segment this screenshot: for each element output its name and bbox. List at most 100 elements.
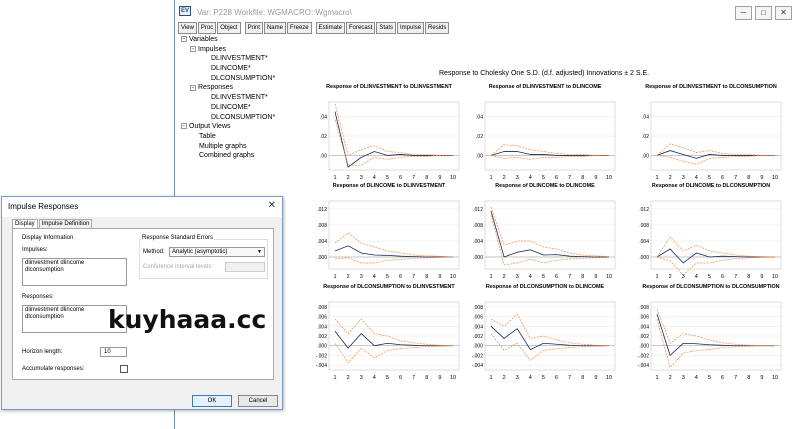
x-tick-label: 6 bbox=[555, 274, 558, 280]
y-tick-label: .02 bbox=[476, 134, 483, 140]
tree-item-label: DLINCOME* bbox=[211, 103, 251, 111]
x-tick-label: 3 bbox=[516, 274, 519, 280]
x-tick-label: 7 bbox=[412, 375, 415, 381]
y-tick-label: .012 bbox=[473, 207, 483, 213]
x-tick-label: 2 bbox=[347, 175, 350, 181]
tree-item[interactable]: − Output Views bbox=[181, 122, 275, 132]
y-tick-label: .000 bbox=[317, 344, 327, 350]
minimize-button[interactable]: ─ bbox=[735, 6, 752, 20]
x-tick-label: 4 bbox=[529, 375, 532, 381]
toolbar-stats-button[interactable]: Stats bbox=[376, 22, 397, 34]
toolbar-proc-button[interactable]: Proc bbox=[197, 22, 217, 34]
tree-item-label: DLINVESTMENT* bbox=[211, 94, 268, 102]
impulse-response-chart: .04 .02 .00 1 2 3 4 5 6 7 8 9 10 bbox=[642, 101, 782, 181]
tree-item[interactable]: DLCONSUMPTION* bbox=[181, 74, 275, 84]
tree-item[interactable]: − Impulses bbox=[181, 45, 275, 55]
x-tick-label: 6 bbox=[399, 175, 402, 181]
dialog-title: Impulse Responses bbox=[8, 202, 79, 211]
ok-button[interactable]: OK bbox=[192, 395, 232, 407]
x-tick-label: 8 bbox=[425, 375, 428, 381]
y-tick-label: .012 bbox=[317, 207, 327, 213]
collapse-icon[interactable]: − bbox=[190, 45, 196, 52]
impulse-response-chart: .008 .006 .004 .002 .000 -.002 -.004 1 2 3 4 5 6 7 8 9 1… bbox=[472, 301, 616, 381]
cancel-button[interactable]: Cancel bbox=[238, 395, 278, 407]
y-tick-label: -.004 bbox=[472, 363, 484, 369]
x-tick-label: 7 bbox=[734, 375, 737, 381]
x-tick-label: 4 bbox=[695, 274, 698, 280]
tree-item-label: Impulses bbox=[198, 45, 227, 53]
maximize-button[interactable]: □ bbox=[755, 6, 772, 20]
toolbar-freeze-button[interactable]: Freeze bbox=[286, 22, 312, 34]
toolbar-object-button[interactable]: Object bbox=[217, 22, 241, 34]
tree-item[interactable]: Multiple graphs bbox=[181, 142, 275, 152]
tree-item-label: Table bbox=[199, 132, 216, 140]
tree-item-label: Variables bbox=[189, 36, 218, 43]
x-tick-label: 8 bbox=[581, 274, 584, 280]
x-tick-label: 10 bbox=[450, 375, 456, 381]
dialog-close-icon[interactable]: ✕ bbox=[268, 200, 276, 211]
x-tick-label: 5 bbox=[708, 375, 711, 381]
method-select[interactable]: Analytic (asymptotic) ▼ bbox=[169, 247, 265, 257]
x-tick-label: 6 bbox=[555, 175, 558, 181]
x-tick-label: 4 bbox=[373, 175, 376, 181]
graph-title: Response to Cholesky One S.D. (d.f. adju… bbox=[439, 70, 650, 77]
x-tick-label: 2 bbox=[503, 274, 506, 280]
toolbar-estimate-button[interactable]: Estimate bbox=[315, 22, 345, 34]
x-tick-label: 2 bbox=[669, 375, 672, 381]
x-tick-label: 10 bbox=[772, 274, 778, 280]
x-tick-label: 2 bbox=[503, 175, 506, 181]
tree-item-label: Output Views bbox=[189, 123, 231, 131]
x-tick-label: 9 bbox=[594, 274, 597, 280]
tree-item[interactable]: DLINCOME* bbox=[181, 103, 275, 113]
collapse-icon[interactable]: − bbox=[181, 123, 187, 130]
tree-item-label: DLINVESTMENT* bbox=[211, 55, 268, 63]
x-tick-label: 6 bbox=[721, 274, 724, 280]
tree-item[interactable]: Table bbox=[181, 132, 275, 142]
horizon-length-input[interactable]: 10 bbox=[100, 347, 127, 357]
impulse-response-chart: .012.008.004.0001 2 3 4 5 6 7 8 9 10 bbox=[317, 200, 460, 280]
confidence-interval-label: Confidence interval levels: bbox=[143, 264, 214, 270]
impulses-textarea[interactable]: dlinvestment dlincome dlconsumption bbox=[22, 258, 127, 286]
toolbar-resids-button[interactable]: Resids bbox=[425, 22, 450, 34]
tree-item[interactable]: − Variables bbox=[181, 35, 275, 45]
impulse-response-chart: .008 .006 .004 .002 .000 -.002 -.004 1 2 3 4 5 6 7 8 9 1… bbox=[316, 301, 460, 381]
x-tick-label: 3 bbox=[516, 375, 519, 381]
x-tick-label: 4 bbox=[529, 175, 532, 181]
confidence-interval-input[interactable] bbox=[225, 262, 265, 272]
y-tick-label: .000 bbox=[473, 255, 483, 261]
impulse-response-chart: .012.008.004.0001 2 3 4 5 6 7 8 9 10 bbox=[639, 200, 782, 280]
x-tick-label: 1 bbox=[489, 175, 492, 181]
tree-item[interactable]: Combined graphs bbox=[181, 151, 275, 161]
tree-item[interactable]: DLINVESTMENT* bbox=[181, 54, 275, 64]
y-tick-label: -.004 bbox=[316, 363, 328, 369]
toolbar-print-button[interactable]: Print bbox=[244, 22, 263, 34]
close-button[interactable]: ✕ bbox=[775, 6, 792, 20]
y-tick-label: .006 bbox=[639, 315, 649, 321]
accumulate-responses-checkbox[interactable] bbox=[120, 365, 128, 373]
y-tick-label: .004 bbox=[473, 239, 483, 245]
toolbar-impulse-button[interactable]: Impulse bbox=[397, 22, 425, 34]
impulses-label: Impulses: bbox=[22, 247, 48, 253]
y-tick-label: .008 bbox=[317, 223, 327, 229]
var-window-titlebar[interactable]: EV Var: P228 Workfile: WGMACRO::Wgmacro\… bbox=[175, 0, 800, 22]
toolbar-forecast-button[interactable]: Forecast bbox=[345, 22, 376, 34]
x-tick-label: 6 bbox=[721, 175, 724, 181]
tree-item[interactable]: DLCONSUMPTION* bbox=[181, 113, 275, 123]
toolbar-name-button[interactable]: Name bbox=[263, 22, 286, 34]
x-tick-label: 6 bbox=[555, 375, 558, 381]
x-tick-label: 10 bbox=[606, 175, 612, 181]
tree-item[interactable]: DLINCOME* bbox=[181, 64, 275, 74]
chart-frame bbox=[484, 200, 616, 270]
tree-item[interactable]: DLINVESTMENT* bbox=[181, 93, 275, 103]
collapse-icon[interactable]: − bbox=[181, 36, 187, 43]
x-tick-label: 8 bbox=[747, 375, 750, 381]
output-tree: − Variables − Impulses DLINVESTMENT* DLINCOME… bbox=[181, 35, 275, 161]
x-tick-label: 8 bbox=[581, 175, 584, 181]
tree-item-label: Multiple graphs bbox=[199, 142, 247, 150]
tree-item[interactable]: − Responses bbox=[181, 83, 275, 93]
collapse-icon[interactable]: − bbox=[190, 84, 196, 91]
dialog-titlebar[interactable]: Impulse Responses ✕ bbox=[2, 197, 282, 217]
x-tick-label: 10 bbox=[450, 175, 456, 181]
x-tick-label: 5 bbox=[542, 375, 545, 381]
toolbar-view-button[interactable]: View bbox=[178, 22, 197, 34]
